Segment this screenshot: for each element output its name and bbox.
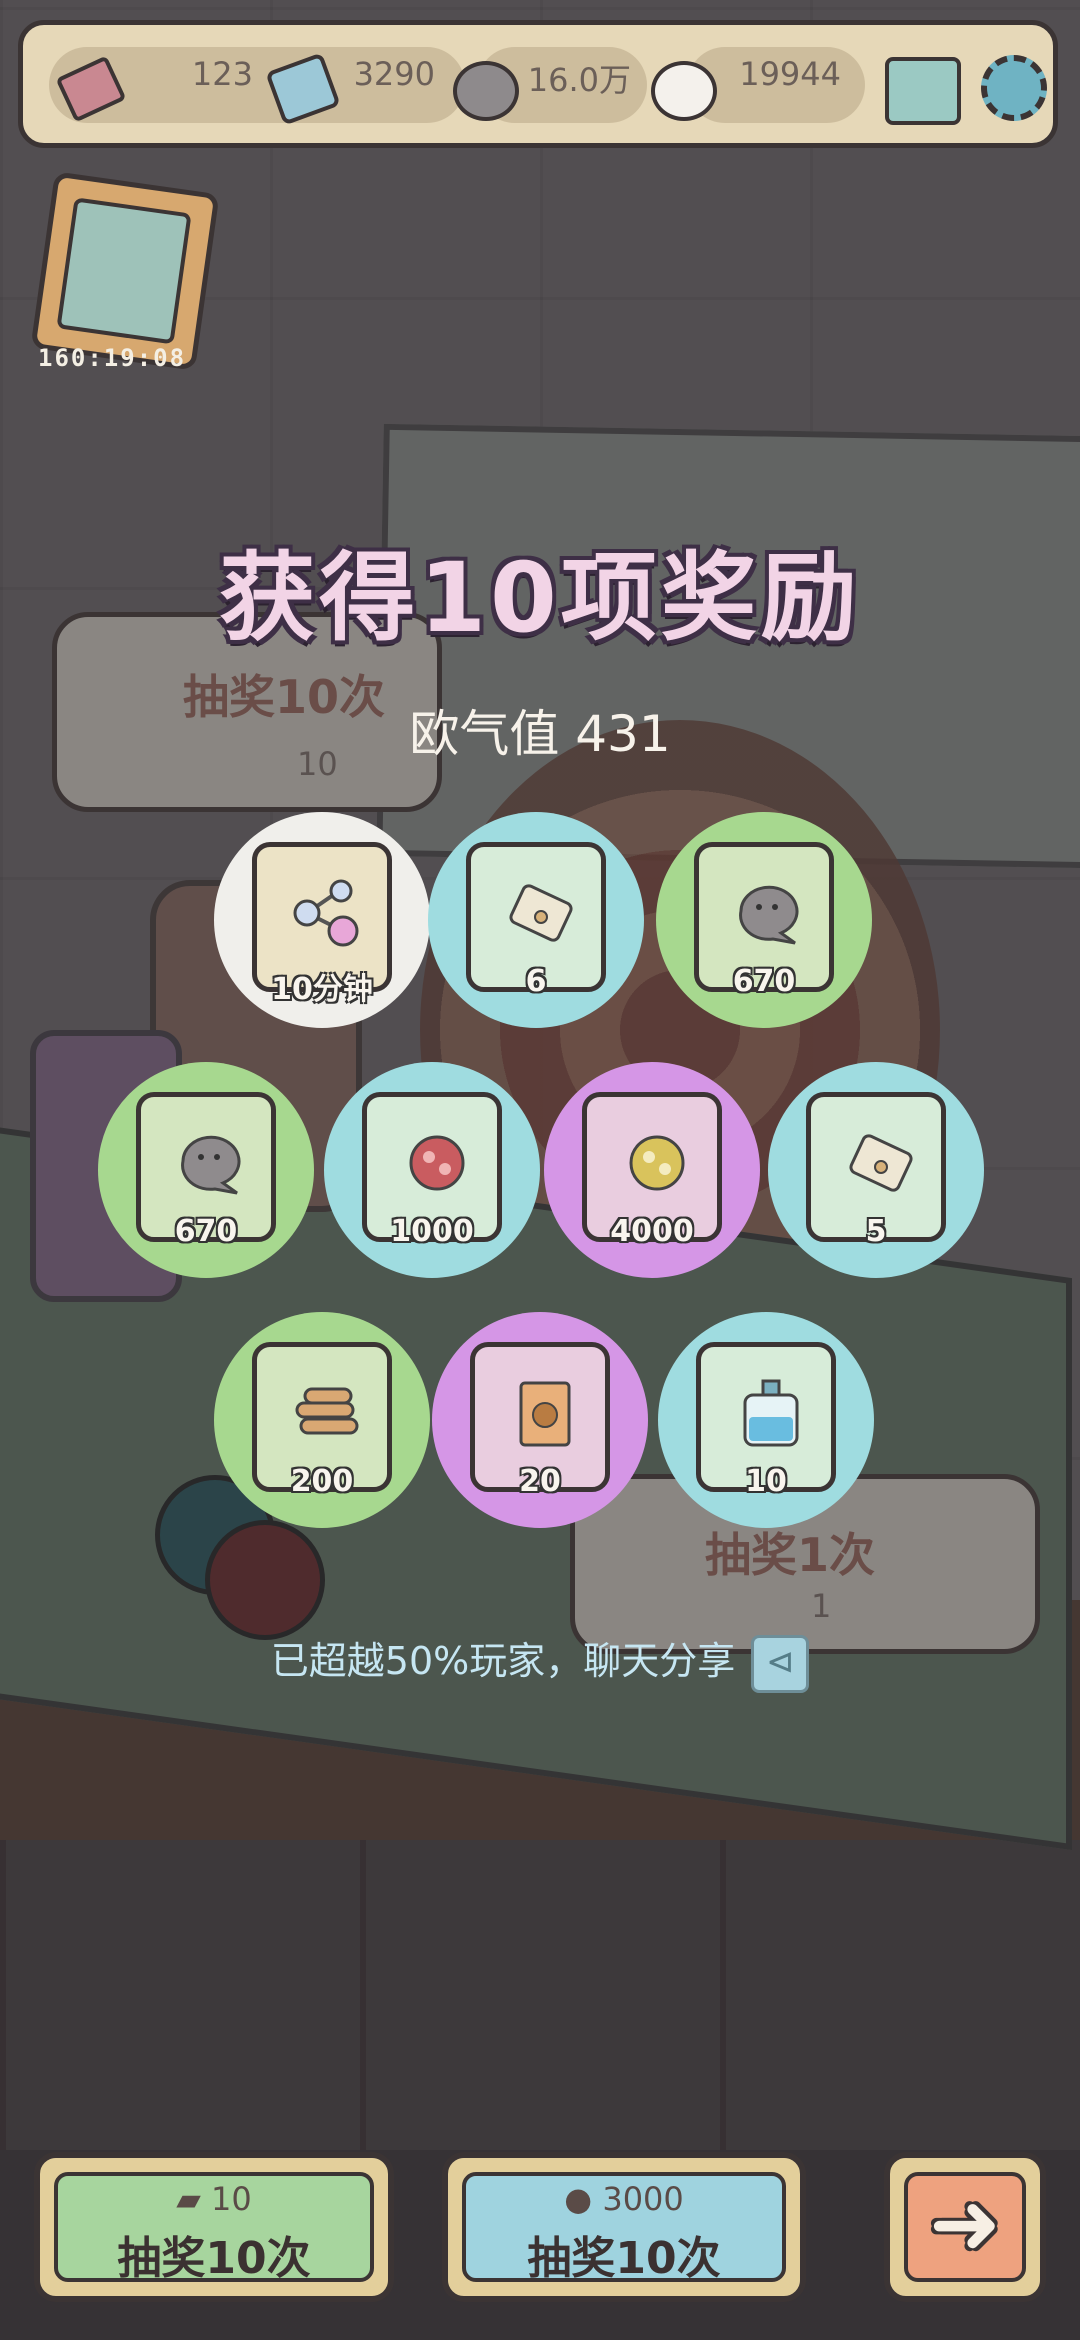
share-text: 已超越50%玩家，聊天分享: [270, 1639, 736, 1683]
luck-number: 431: [575, 705, 671, 763]
bubble-draw10-button[interactable]: ● 3000 抽奖10次: [442, 2152, 806, 2302]
reward-quantity: 200: [290, 1464, 354, 1499]
bubble-draw10-cost: ● 3000: [564, 2180, 684, 2218]
reward-title: 获得10项奖励: [219, 542, 861, 654]
wood-logs-icon: [287, 1373, 367, 1453]
ticket-draw10-button[interactable]: ▰ 10 抽奖10次: [34, 2152, 394, 2302]
reward-slot[interactable]: 4000: [544, 1062, 760, 1278]
reward-quantity: 4000: [610, 1214, 694, 1249]
reward-slot[interactable]: 670: [656, 812, 872, 1028]
reward-slot[interactable]: 5: [768, 1062, 984, 1278]
gray-bubble-count: 16.0万: [527, 61, 631, 99]
ticket-count: 123: [191, 55, 253, 93]
reward-quantity: 1000: [390, 1214, 474, 1249]
event-art-icon: [56, 197, 192, 345]
gear-icon[interactable]: [981, 55, 1047, 121]
reward-quantity: 6: [525, 964, 547, 999]
reward-quantity: 10: [745, 1464, 787, 1499]
gem-count: 3290: [353, 55, 435, 93]
molecule-icon: [287, 873, 367, 953]
reward-slot[interactable]: 670: [98, 1062, 314, 1278]
reward-slot[interactable]: 6: [428, 812, 644, 1028]
arrow-right-icon: ➜: [928, 2174, 1002, 2274]
mail-icon[interactable]: [885, 57, 961, 125]
currency-bar: 123 3290 16.0万 19944: [18, 20, 1058, 148]
reward-quantity: 20: [519, 1464, 561, 1499]
luck-value: 欧气值 431: [0, 694, 1080, 766]
reward-slot[interactable]: 200: [214, 1312, 430, 1528]
reward-quantity: 670: [174, 1214, 238, 1249]
reward-quantity: 10分钟: [271, 972, 373, 1007]
white-bubble-icon: [651, 61, 717, 121]
event-timer: 160:19:08: [38, 344, 187, 372]
reward-quantity: 5: [865, 1214, 887, 1249]
luck-label: 欧气值: [409, 705, 560, 763]
ticket-draw10-cost: ▰ 10: [176, 2180, 252, 2218]
share-icon[interactable]: ⊲: [751, 1634, 810, 1693]
bg-draw1-label: 抽奖1次: [705, 1528, 876, 1582]
scroll-icon: [841, 1123, 921, 1203]
bubble-draw10-label: 抽奖10次: [527, 2233, 721, 2284]
gray-bubble-icon: [171, 1123, 251, 1203]
reward-slot[interactable]: 20: [432, 1312, 648, 1528]
red-virus-icon: [397, 1123, 477, 1203]
gray-bubble-icon: [729, 873, 809, 953]
gray-bubble-icon: [453, 61, 519, 121]
book-icon: [505, 1373, 585, 1453]
reward-slot[interactable]: 1000: [324, 1062, 540, 1278]
reward-quantity: 670: [732, 964, 796, 999]
white-bubble-count: 19944: [739, 55, 841, 93]
next-button[interactable]: ➜: [884, 2152, 1046, 2302]
reward-slot[interactable]: 10分钟: [214, 812, 430, 1028]
gold-virus-icon: [617, 1123, 697, 1203]
event-card[interactable]: [30, 171, 220, 371]
scroll-icon: [501, 873, 581, 953]
reward-slot[interactable]: 10: [658, 1312, 874, 1528]
bg-draw1-cost: 1: [811, 1587, 832, 1625]
ticket-draw10-label: 抽奖10次: [117, 2233, 311, 2284]
potion-bottle-icon: [731, 1373, 811, 1453]
share-line[interactable]: 已超越50%玩家，聊天分享 ⊲: [0, 1630, 1080, 1693]
